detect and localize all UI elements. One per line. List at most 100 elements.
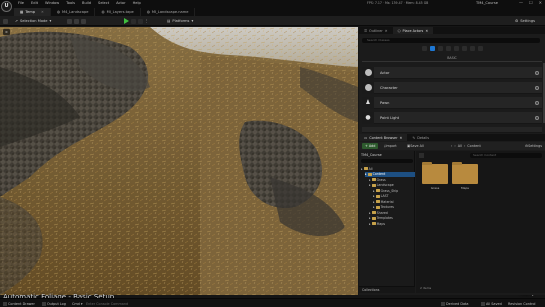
- chevron-right-icon[interactable]: ▸: [369, 183, 371, 187]
- recent-icon[interactable]: [421, 46, 427, 51]
- menu-select[interactable]: Select: [98, 1, 109, 5]
- tree-item[interactable]: ▸ LAST: [373, 194, 415, 199]
- forward-icon[interactable]: ›: [454, 144, 455, 148]
- chevron-right-icon[interactable]: ▸: [373, 194, 375, 198]
- tree-item[interactable]: ▸ All: [361, 166, 415, 171]
- console-input[interactable]: Enter Console Command: [86, 301, 128, 306]
- maximize-icon[interactable]: ☐: [529, 0, 533, 5]
- info-icon[interactable]: i: [535, 85, 539, 90]
- tab-m4-landscape[interactable]: ◍ M4_Landscape: [51, 8, 96, 16]
- menu-tools[interactable]: Tools: [66, 1, 75, 5]
- tab-mi-layers[interactable]: ◍ MI_Layers.tape: [95, 8, 141, 16]
- tree-item[interactable]: ▸ Templates: [369, 216, 415, 221]
- actor-item-character[interactable]: Character i: [362, 81, 542, 94]
- save-all-button[interactable]: ▣ Save All: [407, 143, 424, 149]
- volumes-icon[interactable]: [469, 46, 475, 51]
- basic-icon[interactable]: [429, 46, 435, 51]
- add-actor-icon[interactable]: [67, 18, 72, 24]
- step-icon[interactable]: [131, 18, 136, 24]
- actor-item-partial[interactable]: [362, 127, 542, 133]
- chevron-right-icon[interactable]: ▸: [369, 222, 371, 226]
- minimize-icon[interactable]: —: [519, 0, 523, 5]
- tree-item[interactable]: ▸ Shared: [369, 210, 415, 215]
- tree-item[interactable]: ▸ Content: [365, 171, 415, 177]
- info-icon[interactable]: i: [535, 115, 539, 120]
- tree-item[interactable]: ▸ Grass_Ship: [373, 188, 415, 193]
- chevron-right-icon[interactable]: ▸: [369, 178, 371, 182]
- platforms-dropdown[interactable]: ▤ Platforms ▾: [167, 18, 193, 24]
- content-browser-settings[interactable]: ⚙ Settings: [525, 143, 542, 149]
- tab-details[interactable]: ✎ Details: [407, 134, 434, 141]
- content-drawer-button[interactable]: Content Drawer: [3, 301, 35, 306]
- viewport-menu-button[interactable]: ≡: [3, 29, 10, 35]
- actor-item-actor[interactable]: Actor i: [362, 66, 542, 79]
- all-saved-indicator[interactable]: All Saved: [481, 301, 502, 306]
- save-icon[interactable]: [3, 18, 8, 24]
- chevron-right-icon[interactable]: ▸: [373, 205, 375, 209]
- menu-build[interactable]: Build: [82, 1, 91, 5]
- selection-mode-dropdown[interactable]: ➚ Selection Mode ▾: [15, 18, 51, 24]
- level-viewport[interactable]: ≡: [0, 27, 358, 295]
- info-icon[interactable]: i: [535, 100, 539, 105]
- import-button[interactable]: ⤓ Import: [384, 143, 397, 149]
- tab-content-browser[interactable]: ▭ Content Browser ✕: [359, 134, 408, 141]
- menu-help[interactable]: Help: [133, 1, 141, 5]
- actor-item-point-light[interactable]: ● Point Light i: [362, 111, 542, 124]
- add-button[interactable]: + Add: [362, 143, 379, 149]
- menu-edit[interactable]: Edit: [31, 1, 38, 5]
- hamburger-icon: ≡: [5, 30, 8, 34]
- info-icon[interactable]: i: [535, 70, 539, 75]
- tree-item[interactable]: ▸ Grass: [369, 177, 415, 182]
- filter-icon[interactable]: [419, 153, 424, 158]
- derived-data-button[interactable]: Derived Data: [441, 301, 468, 306]
- shapes-icon[interactable]: [445, 46, 451, 51]
- tab-mi-landscape[interactable]: ◍ MI_Landscape.name: [141, 8, 196, 16]
- more-options-icon[interactable]: ⋮: [145, 19, 149, 23]
- lights-icon[interactable]: [437, 46, 443, 51]
- visual-effects-icon[interactable]: [461, 46, 467, 51]
- all-classes-icon[interactable]: [477, 46, 483, 51]
- menu-file[interactable]: File: [18, 1, 24, 5]
- breadcrumb-all[interactable]: All: [458, 144, 462, 148]
- chevron-right-icon[interactable]: ▸: [361, 167, 363, 171]
- tree-item[interactable]: ▸ Material: [373, 199, 415, 204]
- tab-temp[interactable]: ▦ Temp ✕: [14, 8, 51, 16]
- play-icon[interactable]: [124, 18, 129, 24]
- cinematics-icon[interactable]: [81, 18, 86, 24]
- back-icon[interactable]: ‹: [451, 144, 452, 148]
- place-actors-search[interactable]: Search Classes: [362, 38, 540, 43]
- chevron-right-icon[interactable]: ▸: [365, 172, 367, 176]
- chevron-right-icon[interactable]: ▸: [373, 200, 375, 204]
- close-tab-icon[interactable]: ✕: [41, 10, 44, 14]
- asset-folder-grass[interactable]: Grass: [422, 162, 448, 192]
- chevron-right-icon[interactable]: ▸: [369, 216, 371, 220]
- blueprint-icon[interactable]: [74, 18, 79, 24]
- menu-actor[interactable]: Actor: [116, 1, 125, 5]
- cmd-dropdown[interactable]: Cmd ▾: [72, 301, 83, 306]
- tab-outliner[interactable]: ☰ Outliner ✕: [359, 27, 393, 34]
- close-tab-icon[interactable]: ✕: [400, 136, 403, 140]
- revision-control-button[interactable]: Revision Control: [508, 301, 536, 306]
- cinematic-icon[interactable]: [453, 46, 459, 51]
- close-tab-icon[interactable]: ✕: [425, 29, 428, 33]
- tree-item[interactable]: ▸ Maps: [369, 221, 415, 226]
- chevron-right-icon[interactable]: ▸: [373, 189, 375, 193]
- tree-item[interactable]: ▸ Textures: [373, 205, 415, 210]
- menu-window[interactable]: Window: [45, 1, 59, 5]
- output-log-button[interactable]: Output Log: [42, 301, 66, 306]
- collections-header[interactable]: Collections: [359, 286, 415, 293]
- close-tab-icon[interactable]: ✕: [385, 29, 388, 33]
- asset-folder-maps[interactable]: Maps: [452, 162, 478, 192]
- tab-place-actors[interactable]: ⬡ Place Actors ✕: [392, 27, 434, 34]
- chevron-right-icon[interactable]: ▸: [369, 211, 371, 215]
- settings-button[interactable]: ⚙ Settings: [515, 18, 535, 24]
- tree-item[interactable]: ▸ Landscape: [369, 183, 415, 188]
- tree-root[interactable]: TM4_Course: [361, 153, 382, 157]
- tree-search-input[interactable]: [361, 159, 413, 163]
- close-icon[interactable]: ✕: [539, 0, 542, 5]
- stop-icon[interactable]: [138, 18, 143, 24]
- asset-search-input[interactable]: Search Content: [470, 153, 542, 158]
- unreal-logo[interactable]: U: [1, 1, 12, 12]
- breadcrumb-content[interactable]: Content: [467, 144, 481, 148]
- actor-item-pawn[interactable]: ♟ Pawn i: [362, 96, 542, 109]
